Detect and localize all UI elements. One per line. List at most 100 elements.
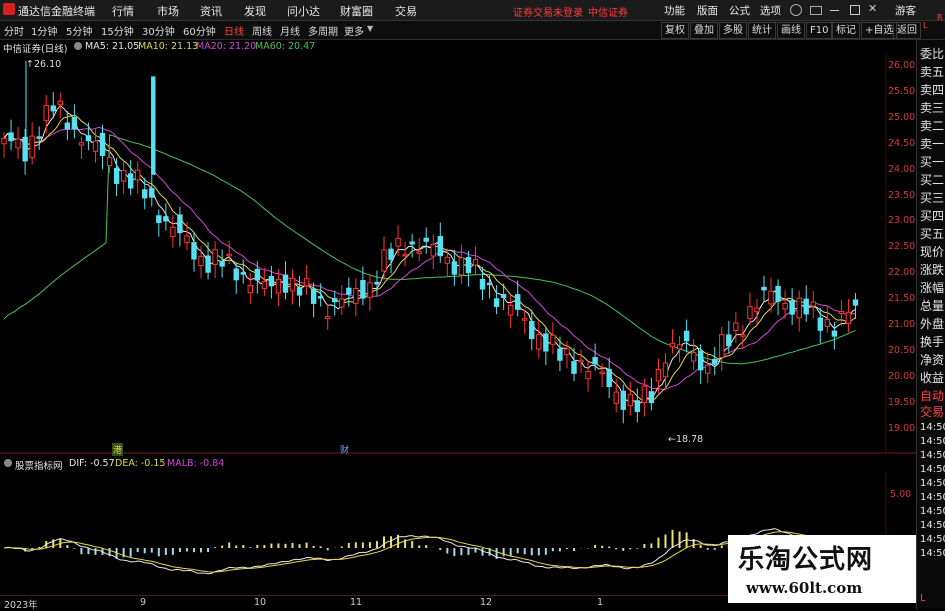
period-60min[interactable]: 60分钟 xyxy=(183,23,216,38)
candle-body xyxy=(50,105,56,112)
menu-news[interactable]: 资讯 xyxy=(200,3,222,19)
panel-item-auto[interactable]: 自动 xyxy=(920,387,944,404)
candle-body xyxy=(676,344,683,350)
menu-trade[interactable]: 交易 xyxy=(395,3,417,19)
panel-item-ask2[interactable]: 卖二 xyxy=(920,117,944,134)
btn-add-watchlist[interactable]: +自选 xyxy=(861,22,898,39)
panel-item-outer[interactable]: 外盘 xyxy=(920,315,944,332)
candle-body xyxy=(254,268,261,281)
period-multi[interactable]: 多周期 xyxy=(308,23,338,38)
dif-value: DIF: -0.57 xyxy=(69,458,115,469)
candle-body xyxy=(332,298,338,303)
menu-wealth[interactable]: 财富圈 xyxy=(340,3,373,19)
guest-user[interactable]: 游客 xyxy=(895,3,916,18)
mail-icon[interactable] xyxy=(810,6,822,15)
panel-item-ask4[interactable]: 卖四 xyxy=(920,81,944,98)
panel-item-volume[interactable]: 总量 xyxy=(920,297,944,314)
panel-item-bid3[interactable]: 买三 xyxy=(920,189,944,206)
panel-item-price[interactable]: 现价 xyxy=(920,243,944,260)
period-1min[interactable]: 1分钟 xyxy=(31,23,57,38)
kline-chart[interactable] xyxy=(0,54,916,454)
candle-body xyxy=(824,318,831,327)
btn-back[interactable]: 返回 xyxy=(893,22,921,39)
price-tick-label: 22.00 xyxy=(888,267,916,279)
candle-body xyxy=(275,278,282,294)
btn-draw[interactable]: 画线 xyxy=(777,22,805,39)
candle-body xyxy=(740,334,746,337)
panel-item-ask5[interactable]: 卖五 xyxy=(920,63,944,80)
macd-value: MALB: -0.84 xyxy=(167,458,225,469)
panel-l-letter: L xyxy=(923,21,928,30)
candle-body xyxy=(191,242,197,260)
ma20-line xyxy=(3,126,856,390)
candle-body xyxy=(747,306,753,319)
candle-body xyxy=(634,400,641,412)
settings-icon[interactable] xyxy=(74,42,82,50)
user-icon[interactable] xyxy=(790,4,802,16)
menu-layout[interactable]: 版面 xyxy=(697,3,718,18)
tick-time-7: 14:50 xyxy=(920,506,945,517)
btn-stats[interactable]: 统计 xyxy=(748,22,776,39)
candle-body xyxy=(803,298,809,315)
minimize-icon[interactable] xyxy=(830,10,839,11)
period-tick[interactable]: 分时 xyxy=(4,23,24,38)
dea-value: DEA: -0.15 xyxy=(115,458,166,469)
candle-body xyxy=(543,333,549,352)
panel-item-trade[interactable]: 交易 xyxy=(920,403,944,420)
btn-adjust[interactable]: 复权 xyxy=(661,22,689,39)
login-status[interactable]: 证券交易未登录 xyxy=(513,4,583,19)
candle-body xyxy=(135,169,141,181)
price-tick-label: 19.00 xyxy=(888,422,916,434)
tick-time-3: 14:50 xyxy=(920,450,945,461)
indicator-settings-icon[interactable] xyxy=(4,459,12,467)
candle-body xyxy=(416,251,422,254)
period-30min[interactable]: 30分钟 xyxy=(142,23,175,38)
candle-body xyxy=(71,117,78,130)
panel-item-bid4[interactable]: 买四 xyxy=(920,207,944,224)
panel-item-netasset[interactable]: 净资 xyxy=(920,351,944,368)
candle-body xyxy=(296,287,303,296)
candle-body xyxy=(733,322,739,332)
panel-item-change-pct[interactable]: 涨幅 xyxy=(920,279,944,296)
btn-multistock[interactable]: 多股 xyxy=(719,22,747,39)
panel-item-bid-ratio[interactable]: 委比 xyxy=(920,45,944,62)
panel-item-eps[interactable]: 收益 xyxy=(920,369,944,386)
stock-title[interactable]: 中信证券(日线) xyxy=(3,41,67,55)
broker-name: 中信证券 xyxy=(588,8,628,19)
maximize-icon[interactable] xyxy=(850,5,860,15)
menu-quotes[interactable]: 行情 xyxy=(112,3,134,19)
menu-formula[interactable]: 公式 xyxy=(729,3,750,18)
period-more[interactable]: 更多 xyxy=(344,23,364,38)
watermark-title: 乐淘公式网 xyxy=(738,545,874,575)
panel-item-bid5[interactable]: 买五 xyxy=(920,225,944,242)
candle-body xyxy=(817,317,823,331)
panel-item-bid1[interactable]: 买一 xyxy=(920,153,944,170)
panel-item-ask1[interactable]: 卖一 xyxy=(920,135,944,152)
panel-item-bid2[interactable]: 买二 xyxy=(920,171,944,188)
period-5min[interactable]: 5分钟 xyxy=(66,23,92,38)
chevron-down-icon[interactable]: ▼ xyxy=(367,24,373,33)
hk-marker[interactable]: 港 xyxy=(112,443,124,456)
finance-marker[interactable]: 财 xyxy=(340,443,349,456)
period-15min[interactable]: 15分钟 xyxy=(101,23,134,38)
panel-item-ask3[interactable]: 卖三 xyxy=(920,99,944,116)
period-weekly[interactable]: 周线 xyxy=(252,23,272,38)
panel-item-turnover[interactable]: 换手 xyxy=(920,333,944,350)
menu-options[interactable]: 选项 xyxy=(760,3,781,18)
close-icon[interactable]: ✕ xyxy=(868,2,877,15)
candle-body xyxy=(184,235,190,244)
btn-f10[interactable]: F10 xyxy=(806,22,833,39)
period-daily[interactable]: 日线 xyxy=(224,23,244,38)
panel-item-change[interactable]: 涨跌 xyxy=(920,261,944,278)
menu-market[interactable]: 市场 xyxy=(157,3,179,19)
menu-functions[interactable]: 功能 xyxy=(664,3,685,18)
menu-ask[interactable]: 问小达 xyxy=(287,3,320,19)
candle-body xyxy=(564,348,570,356)
btn-mark[interactable]: 标记 xyxy=(832,22,860,39)
menu-discover[interactable]: 发现 xyxy=(244,3,266,19)
period-monthly[interactable]: 月线 xyxy=(280,23,300,38)
btn-overlay[interactable]: 叠加 xyxy=(690,22,718,39)
indicator-name[interactable]: 股票指标网 xyxy=(15,458,63,472)
low-arrow: ← xyxy=(668,434,676,445)
x-label-sep: 9 xyxy=(140,597,147,608)
